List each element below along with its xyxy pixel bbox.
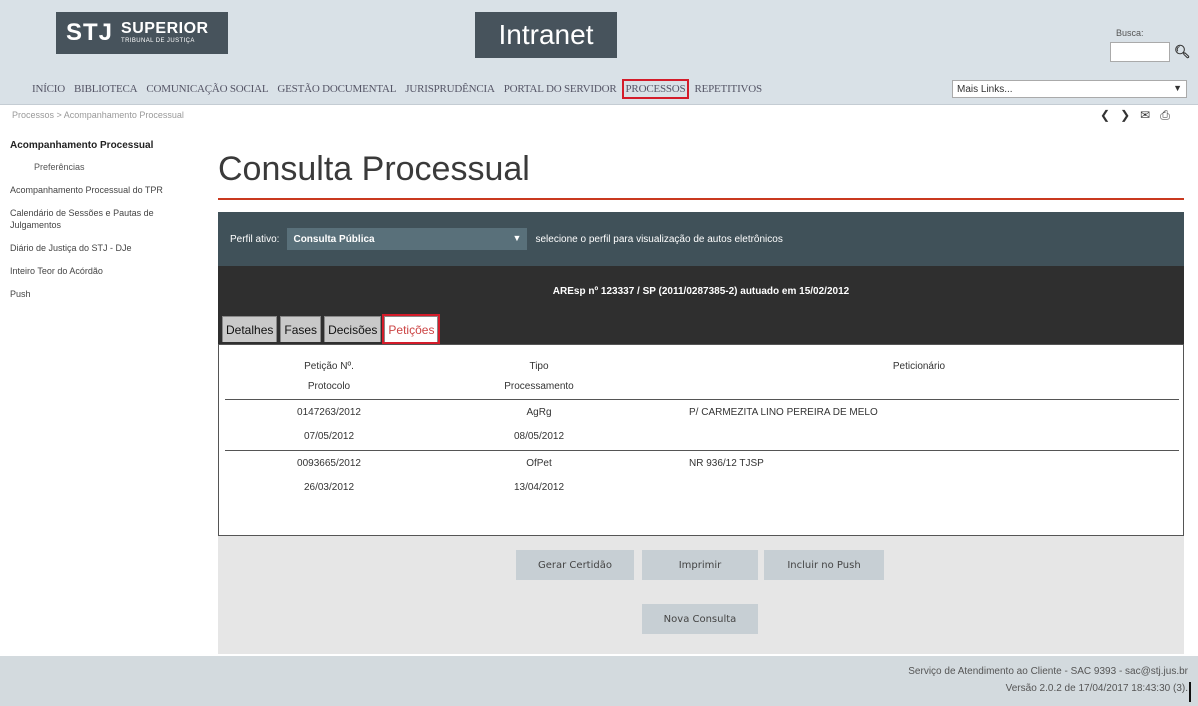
chevron-down-icon: ▼ <box>1173 83 1182 93</box>
nav-comunicacao-social[interactable]: COMUNICAÇÃO SOCIAL <box>146 83 268 95</box>
cell-processamento: 08/05/2012 <box>513 431 565 442</box>
search-icon[interactable]: 🔍︎ <box>1174 44 1191 60</box>
cell-numero: 0093665/2012 <box>297 458 361 469</box>
stj-logo[interactable]: STJ SUPERIOR TRIBUNAL DE JUSTIÇA <box>56 12 228 54</box>
process-tabs: Detalhes Fases Decisões Petições <box>222 314 441 344</box>
chevron-down-icon: ▼ <box>512 233 522 243</box>
nav-biblioteca[interactable]: BIBLIOTECA <box>74 83 138 95</box>
column-header-tipo: Tipo <box>529 361 549 372</box>
previous-icon[interactable]: ❮ <box>1100 108 1110 123</box>
tab-peticoes[interactable]: Petições <box>382 314 441 344</box>
nav-jurisprudencia[interactable]: JURISPRUDÊNCIA <box>405 83 495 95</box>
nav-portal-do-servidor[interactable]: PORTAL DO SERVIDOR <box>504 83 617 95</box>
cell-peticionario: P/ CARMEZITA LINO PEREIRA DE MELO <box>689 407 878 418</box>
profile-select[interactable]: Consulta Pública ▼ <box>287 228 528 250</box>
top-navigation: INÍCIO BIBLIOTECA COMUNICAÇÃO SOCIAL GES… <box>32 77 771 101</box>
nav-processos[interactable]: PROCESSOS <box>621 79 690 99</box>
peticoes-table: Petição Nº. Protocolo Tipo Processamento… <box>218 344 1184 536</box>
column-header-protocolo: Protocolo <box>307 381 351 392</box>
cell-processamento: 13/04/2012 <box>513 482 565 493</box>
tab-decisoes[interactable]: Decisões <box>324 316 382 342</box>
footer-contact: Serviço de Atendimento ao Cliente - SAC … <box>908 666 1188 677</box>
intranet-title: Intranet <box>475 12 617 58</box>
profile-bar: Perfil ativo: Consulta Pública ▼ selecio… <box>218 212 1184 266</box>
imprimir-button[interactable]: Imprimir <box>642 550 758 580</box>
search-input[interactable] <box>1110 42 1170 62</box>
profile-hint: selecione o perfil para visualização de … <box>535 233 783 245</box>
breadcrumb: Processos > Acompanhamento Processual <box>12 110 184 120</box>
sidebar-item-preferencias[interactable]: Preferências <box>10 162 195 172</box>
gerar-certidao-button[interactable]: Gerar Certidão <box>516 550 634 580</box>
row-divider <box>225 450 1179 451</box>
tab-detalhes[interactable]: Detalhes <box>222 316 278 342</box>
nav-repetitivos[interactable]: REPETITIVOS <box>694 83 762 95</box>
sidebar: Acompanhamento Processual Preferências A… <box>10 140 195 311</box>
cell-numero: 0147263/2012 <box>297 407 361 418</box>
logo-subtitle: TRIBUNAL DE JUSTIÇA <box>121 38 195 44</box>
logo-mark: STJ <box>66 19 114 46</box>
logo-word: SUPERIOR <box>121 20 209 37</box>
column-header-peticionario: Peticionário <box>892 361 946 372</box>
page-title: Consulta Processual <box>218 150 530 188</box>
title-divider <box>218 198 1184 200</box>
sidebar-item-acompanhamento[interactable]: Acompanhamento Processual <box>10 140 195 152</box>
email-icon[interactable]: ✉ <box>1140 108 1150 123</box>
row-divider <box>225 399 1179 400</box>
action-area: Gerar Certidão Imprimir Incluir no Push … <box>218 536 1184 654</box>
site-footer: Serviço de Atendimento ao Cliente - SAC … <box>0 656 1198 706</box>
next-icon[interactable]: ❯ <box>1120 108 1130 123</box>
tab-fases[interactable]: Fases <box>280 316 322 342</box>
sidebar-item-tpr[interactable]: Acompanhamento Processual do TPR <box>10 184 195 196</box>
cell-tipo: AgRg <box>526 407 552 418</box>
column-header-processamento: Processamento <box>504 381 574 392</box>
column-header-peticao: Petição Nº. <box>304 361 354 372</box>
page-tools: ❮ ❯ ✉ ⎙ <box>1100 108 1170 123</box>
sidebar-item-inteiro-teor[interactable]: Inteiro Teor do Acórdão <box>10 265 195 277</box>
nova-consulta-button[interactable]: Nova Consulta <box>642 604 758 634</box>
profile-label: Perfil ativo: <box>230 233 280 245</box>
process-header: AREsp nº 123337 / SP (2011/0287385-2) au… <box>218 266 1184 344</box>
sidebar-item-dje[interactable]: Diário de Justiça do STJ - DJe <box>10 242 195 254</box>
cell-protocolo: 07/05/2012 <box>303 431 355 442</box>
process-title: AREsp nº 123337 / SP (2011/0287385-2) au… <box>552 286 850 297</box>
cell-tipo: OfPet <box>526 458 552 469</box>
site-header: STJ SUPERIOR TRIBUNAL DE JUSTIÇA Intrane… <box>0 0 1198 105</box>
profile-select-value: Consulta Pública <box>293 233 375 245</box>
more-links-value: Mais Links... <box>957 83 1013 95</box>
cell-protocolo: 26/03/2012 <box>303 482 355 493</box>
search-label: Busca: <box>1116 28 1144 38</box>
footer-version: Versão 2.0.2 de 17/04/2017 18:43:30 (3). <box>1005 683 1188 694</box>
page: STJ SUPERIOR TRIBUNAL DE JUSTIÇA Intrane… <box>0 0 1198 706</box>
nav-inicio[interactable]: INÍCIO <box>32 83 65 95</box>
sidebar-item-calendario[interactable]: Calendário de Sessões e Pautas de Julgam… <box>10 207 195 231</box>
logo-words: SUPERIOR TRIBUNAL DE JUSTIÇA <box>121 21 209 45</box>
cell-peticionario: NR 936/12 TJSP <box>689 458 764 469</box>
text-cursor <box>1189 682 1191 702</box>
nav-gestao-documental[interactable]: GESTÃO DOCUMENTAL <box>277 83 396 95</box>
sidebar-item-push[interactable]: Push <box>10 288 195 300</box>
print-icon[interactable]: ⎙ <box>1160 108 1170 123</box>
incluir-no-push-button[interactable]: Incluir no Push <box>764 550 884 580</box>
more-links-select[interactable]: Mais Links... ▼ <box>952 80 1187 98</box>
